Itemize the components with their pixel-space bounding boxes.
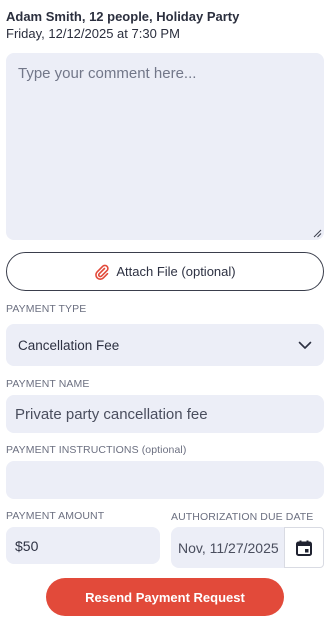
event-summary: Adam Smith, 12 people, Holiday Party Fri…	[6, 9, 326, 42]
payment-amount-label: PAYMENT AMOUNT	[6, 510, 105, 522]
due-date-label: AUTHORIZATION DUE DATE	[171, 511, 314, 523]
date-picker-button[interactable]	[284, 527, 324, 568]
payment-type-value: Cancellation Fee	[18, 337, 120, 353]
event-title: Adam Smith, 12 people, Holiday Party	[6, 9, 240, 24]
payment-type-label: PAYMENT TYPE	[6, 303, 87, 315]
paperclip-icon	[94, 264, 110, 280]
payment-amount-input[interactable]	[6, 527, 160, 564]
event-datetime: Friday, 12/12/2025 at 7:30 PM	[6, 26, 180, 41]
resend-payment-request-button[interactable]: Resend Payment Request	[46, 578, 284, 616]
calendar-icon	[296, 540, 312, 556]
due-date-field: Nov, 11/27/2025	[171, 527, 324, 568]
due-date-input[interactable]: Nov, 11/27/2025	[171, 527, 284, 568]
payment-instructions-input[interactable]	[6, 461, 324, 499]
chevron-down-icon	[298, 338, 312, 352]
payment-type-select[interactable]: Cancellation Fee	[6, 324, 324, 366]
payment-name-label: PAYMENT NAME	[6, 378, 90, 390]
payment-instructions-label: PAYMENT INSTRUCTIONS (optional)	[6, 444, 187, 456]
payment-name-input[interactable]	[6, 395, 324, 433]
attach-file-button[interactable]: Attach File (optional)	[6, 252, 324, 291]
resize-handle-icon[interactable]	[313, 229, 322, 238]
attach-file-label: Attach File (optional)	[116, 264, 236, 279]
comment-textarea[interactable]	[6, 53, 324, 240]
